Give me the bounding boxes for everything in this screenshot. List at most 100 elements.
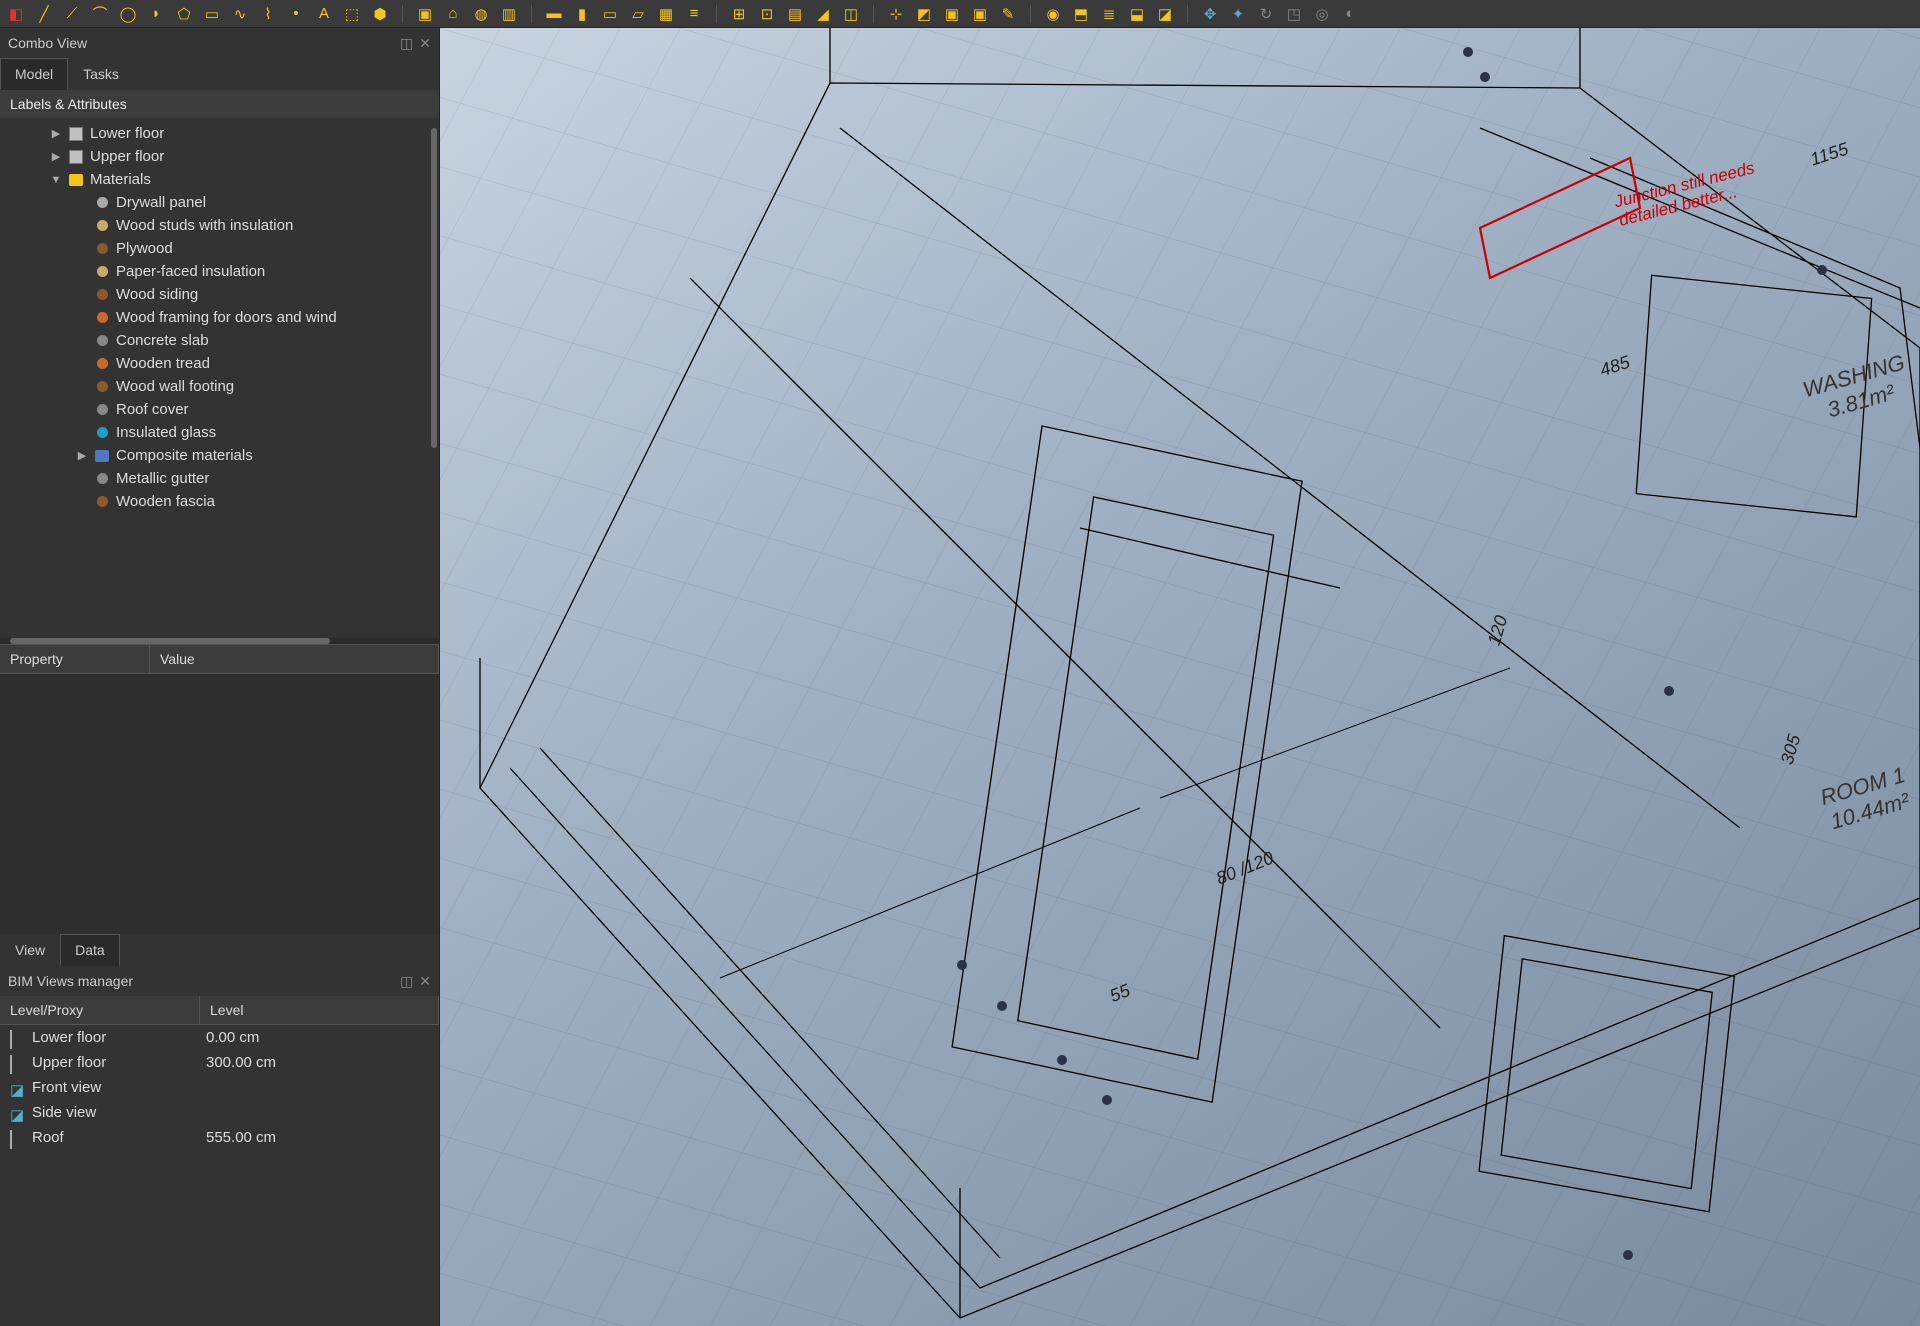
snap-icon[interactable]: ✦: [1228, 4, 1248, 24]
bim-row[interactable]: ◪Side view: [0, 1100, 439, 1125]
tree-item[interactable]: ▶ Upper floor: [0, 145, 439, 168]
tool-axis-icon[interactable]: ⊹: [886, 4, 906, 24]
tab-tasks[interactable]: Tasks: [68, 58, 134, 90]
tool-building-icon[interactable]: ⌂: [443, 4, 463, 24]
move-icon[interactable]: ✥: [1200, 4, 1220, 24]
tool-annotation-icon[interactable]: ✎: [998, 4, 1018, 24]
tool-layers-icon[interactable]: ≣: [1099, 4, 1119, 24]
tool-text-icon[interactable]: A: [314, 4, 334, 24]
bim-row[interactable]: Roof555.00 cm: [0, 1125, 439, 1150]
tool-project-icon[interactable]: ⬓: [1127, 4, 1147, 24]
detach-icon[interactable]: ◫: [400, 35, 413, 52]
expand-arrow-icon[interactable]: ▶: [50, 127, 62, 140]
bim-row-value: 0.00 cm: [200, 1029, 439, 1046]
tool-prism-icon[interactable]: ▥: [499, 4, 519, 24]
bim-row[interactable]: Lower floor0.00 cm: [0, 1025, 439, 1050]
tool-equipment-icon[interactable]: ▣: [970, 4, 990, 24]
tree-item[interactable]: Metallic gutter: [0, 467, 439, 490]
expand-arrow-icon[interactable]: ▶: [76, 449, 88, 462]
tool-fillet-icon[interactable]: ⌒: [90, 4, 110, 24]
tool-face-icon[interactable]: ⬚: [342, 4, 362, 24]
col-property[interactable]: Property: [0, 645, 150, 673]
tab-data[interactable]: Data: [60, 934, 120, 966]
tree-scrollbar[interactable]: [431, 128, 437, 448]
tool-box-icon[interactable]: ▣: [415, 4, 435, 24]
tool-polygon-icon[interactable]: ⬠: [174, 4, 194, 24]
tool-section-icon[interactable]: ◩: [914, 4, 934, 24]
model-tree[interactable]: ▶Lower floor▶Upper floor▼MaterialsDrywal…: [0, 118, 439, 638]
bim-row[interactable]: Upper floor300.00 cm: [0, 1050, 439, 1075]
snap-point: [1057, 1055, 1067, 1065]
rotate-icon[interactable]: ↻: [1256, 4, 1276, 24]
tool-wire-icon[interactable]: ⟋: [62, 4, 82, 24]
tree-item[interactable]: Wood wall footing: [0, 375, 439, 398]
tree-item[interactable]: Wood studs with insulation: [0, 214, 439, 237]
tree-item[interactable]: ▶Lower floor: [0, 122, 439, 145]
tree-item-label: Roof cover: [116, 401, 189, 418]
tree-item[interactable]: Wooden tread: [0, 352, 439, 375]
tool-bezier-icon[interactable]: ⌇: [258, 4, 278, 24]
tool-rect-icon[interactable]: ▭: [202, 4, 222, 24]
detach-icon[interactable]: ◫: [400, 973, 413, 990]
tool-slab-icon[interactable]: ▱: [628, 4, 648, 24]
bim-views-title-bar: BIM Views manager ◫ ✕: [0, 966, 439, 996]
tree-item[interactable]: Drywall panel: [0, 191, 439, 214]
tool-arc-icon[interactable]: ◯: [118, 4, 138, 24]
tool-window-icon[interactable]: ⊞: [729, 4, 749, 24]
tree-item[interactable]: Paper-faced insulation: [0, 260, 439, 283]
close-icon[interactable]: ✕: [419, 35, 431, 52]
tool-column-icon[interactable]: ▮: [572, 4, 592, 24]
col-value[interactable]: Value: [150, 645, 439, 673]
tool-cylinder-icon[interactable]: ◍: [471, 4, 491, 24]
tool-point-icon[interactable]: •: [286, 4, 306, 24]
tree-item[interactable]: Concrete slab: [0, 329, 439, 352]
tool-group-icon[interactable]: ⬒: [1071, 4, 1091, 24]
tool-beam-icon[interactable]: ▭: [600, 4, 620, 24]
tree-item[interactable]: Wood framing for doors and wind: [0, 306, 439, 329]
material-dot-icon: [94, 379, 110, 395]
tree-hscroll-thumb[interactable]: [10, 638, 330, 644]
toolbar-separator: [716, 5, 717, 23]
tree-item-label: Materials: [90, 171, 151, 188]
tool-ellipse-icon[interactable]: ◗: [146, 4, 166, 24]
tab-model[interactable]: Model: [0, 58, 68, 90]
view-cube-icon[interactable]: ◳: [1284, 4, 1304, 24]
tab-view[interactable]: View: [0, 934, 60, 966]
combo-view-title: Combo View: [8, 35, 87, 51]
tool-roof-icon[interactable]: ◢: [813, 4, 833, 24]
tree-item[interactable]: Insulated glass: [0, 421, 439, 444]
material-dot-icon: [94, 310, 110, 326]
tool-line-icon[interactable]: ╱: [34, 4, 54, 24]
globe-icon[interactable]: ◎: [1312, 4, 1332, 24]
tool-site-icon[interactable]: ◪: [1155, 4, 1175, 24]
tree-item[interactable]: Roof cover: [0, 398, 439, 421]
more-icon[interactable]: ◐: [1340, 4, 1360, 24]
bim-row[interactable]: ◪Front view: [0, 1075, 439, 1100]
tool-furniture-icon[interactable]: ▣: [942, 4, 962, 24]
tool-space-icon[interactable]: ◫: [841, 4, 861, 24]
main-area: Combo View ◫ ✕ Model Tasks Labels & Attr…: [0, 28, 1920, 1326]
tool-door-icon[interactable]: ⊡: [757, 4, 777, 24]
tree-item-label: Upper floor: [90, 148, 164, 165]
expand-arrow-icon[interactable]: ▶: [50, 150, 62, 163]
tool-misc-icon[interactable]: ≡: [684, 4, 704, 24]
tree-item[interactable]: ▼ Materials: [0, 168, 439, 191]
3d-viewport[interactable]: 1155 485 305 343 181 55 80 /120 120 WASH…: [440, 28, 1920, 1326]
tool-rebar-icon[interactable]: ▦: [656, 4, 676, 24]
expand-arrow-icon[interactable]: ▼: [50, 174, 62, 186]
material-dot-icon: [94, 471, 110, 487]
tree-item[interactable]: Wood siding: [0, 283, 439, 306]
tool-bspline-icon[interactable]: ∿: [230, 4, 250, 24]
tree-item[interactable]: ▶Composite materials: [0, 444, 439, 467]
app-icon[interactable]: ◧: [6, 4, 26, 24]
tree-hscroll-track[interactable]: [0, 638, 439, 644]
tree-item[interactable]: Wooden fascia: [0, 490, 439, 513]
col-level-proxy[interactable]: Level/Proxy: [0, 996, 200, 1024]
tool-wall-icon[interactable]: ▬: [544, 4, 564, 24]
tool-stairs-icon[interactable]: ▤: [785, 4, 805, 24]
tool-shape-icon[interactable]: ⬢: [370, 4, 390, 24]
tree-item[interactable]: Plywood: [0, 237, 439, 260]
close-icon[interactable]: ✕: [419, 973, 431, 990]
tool-material-icon[interactable]: ◉: [1043, 4, 1063, 24]
col-level[interactable]: Level: [200, 996, 439, 1024]
